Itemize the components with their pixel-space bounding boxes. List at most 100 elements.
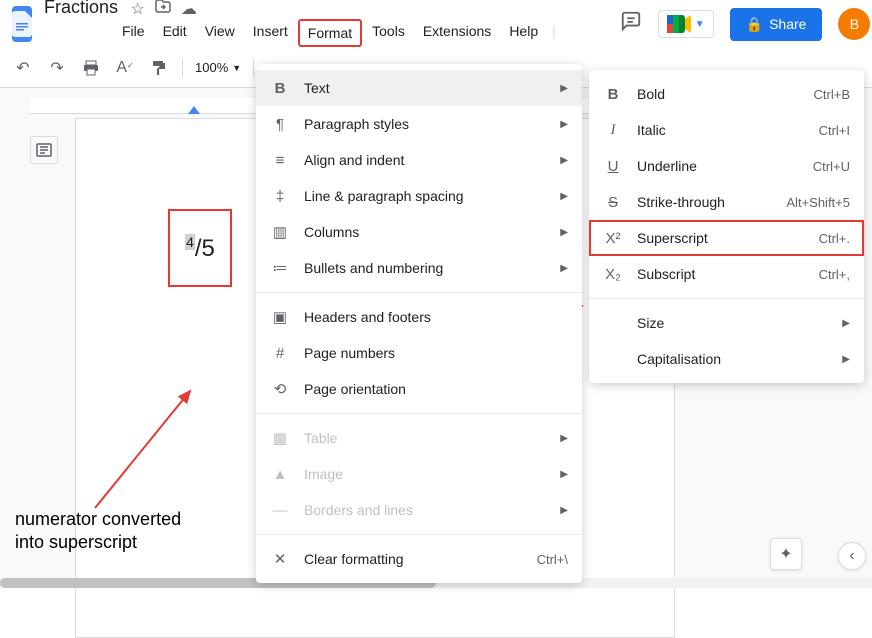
- menu-insert[interactable]: Insert: [245, 19, 296, 47]
- side-panel-toggle[interactable]: ‹: [838, 542, 866, 570]
- chevron-down-icon: ▼: [695, 19, 705, 30]
- text-item-label: Bold: [637, 86, 814, 102]
- format-item-label: Borders and lines: [304, 502, 560, 518]
- format-item-separator: [256, 413, 582, 414]
- menu-view[interactable]: View: [197, 19, 243, 47]
- text-item-size[interactable]: Size▶: [589, 305, 864, 341]
- format-item-separator: [256, 292, 582, 293]
- text-item-underline[interactable]: UUnderlineCtrl+U: [589, 148, 864, 184]
- submenu-arrow-icon: ▶: [560, 227, 568, 238]
- format-item-icon: ¶: [270, 114, 290, 134]
- text-item-label: Italic: [637, 122, 819, 138]
- text-item-icon: X²: [603, 228, 623, 248]
- format-item-label: Text: [304, 80, 560, 96]
- submenu-arrow-icon: ▶: [842, 354, 850, 365]
- menu-shortcut: Ctrl+.: [819, 231, 850, 246]
- menu-edit[interactable]: Edit: [155, 19, 195, 47]
- format-item-icon: B: [270, 78, 290, 98]
- format-item-label: Columns: [304, 224, 560, 240]
- format-item-label: Image: [304, 466, 560, 482]
- spellcheck-button[interactable]: A✓: [110, 53, 140, 83]
- format-item-page-orientation[interactable]: ⟲Page orientation: [256, 371, 582, 407]
- format-item-icon: —: [270, 500, 290, 520]
- text-item-label: Capitalisation: [637, 351, 842, 367]
- zoom-selector[interactable]: 100% ▼: [191, 60, 245, 75]
- format-item-icon: #: [270, 343, 290, 363]
- undo-button[interactable]: ↶: [8, 53, 38, 83]
- text-item-capitalisation[interactable]: Capitalisation▶: [589, 341, 864, 377]
- menu-help[interactable]: Help: [501, 19, 546, 47]
- share-button[interactable]: 🔒 Share: [730, 8, 823, 41]
- avatar[interactable]: B: [838, 8, 870, 40]
- cloud-icon[interactable]: ☁: [181, 0, 197, 19]
- text-item-strike-through[interactable]: SStrike-throughAlt+Shift+5: [589, 184, 864, 220]
- format-item-columns[interactable]: ▥Columns▶: [256, 214, 582, 250]
- submenu-arrow-icon: ▶: [560, 505, 568, 516]
- docs-logo-icon[interactable]: [12, 6, 32, 42]
- header-right: ▼ 🔒 Share B: [620, 8, 871, 41]
- menu-tools[interactable]: Tools: [364, 19, 413, 47]
- redo-button[interactable]: ↷: [42, 53, 72, 83]
- format-item-paragraph-styles[interactable]: ¶ Paragraph styles▶: [256, 106, 582, 142]
- menu-separator: |: [548, 19, 560, 47]
- menu-extensions[interactable]: Extensions: [415, 19, 499, 47]
- text-item-subscript[interactable]: X₂ SubscriptCtrl+,: [589, 256, 864, 292]
- format-item-clear-formatting[interactable]: ✕Clear formattingCtrl+\: [256, 541, 582, 577]
- submenu-arrow-icon: ▶: [842, 318, 850, 329]
- menu-shortcut: Alt+Shift+5: [786, 195, 850, 210]
- explore-button[interactable]: ✦: [770, 538, 802, 570]
- print-button[interactable]: [76, 53, 106, 83]
- menu-shortcut: Ctrl+B: [814, 87, 850, 102]
- annotation-text: numerator converted into superscript: [15, 508, 181, 555]
- move-icon[interactable]: [155, 0, 171, 18]
- format-item-label: Paragraph styles: [304, 116, 560, 132]
- text-item-label: Superscript: [637, 230, 819, 246]
- submenu-arrow-icon: ▶: [560, 263, 568, 274]
- format-item-label: Clear formatting: [304, 551, 537, 567]
- text-item-bold[interactable]: BBoldCtrl+B: [589, 76, 864, 112]
- format-item-bullets-and-numbering[interactable]: ≔Bullets and numbering▶: [256, 250, 582, 286]
- menu-shortcut: Ctrl+,: [819, 267, 850, 282]
- paint-format-button[interactable]: [144, 53, 174, 83]
- menu-shortcut: Ctrl+\: [537, 552, 568, 567]
- format-item-image: ▲Image▶: [256, 456, 582, 492]
- submenu-arrow-icon: ▶: [560, 191, 568, 202]
- menu-format[interactable]: Format: [298, 19, 362, 47]
- format-item-icon: ▦: [270, 428, 290, 448]
- format-item-headers-and-footers[interactable]: ▣Headers and footers: [256, 299, 582, 335]
- text-item-icon: [603, 349, 623, 369]
- text-item-superscript[interactable]: X² SuperscriptCtrl+.: [589, 220, 864, 256]
- submenu-arrow-icon: ▶: [560, 469, 568, 480]
- star-icon[interactable]: ☆: [130, 0, 144, 19]
- format-item-table: ▦Table▶: [256, 420, 582, 456]
- menubar: FileEditViewInsertFormatToolsExtensionsH…: [44, 19, 620, 51]
- ruler-indent-marker[interactable]: [188, 104, 200, 114]
- format-item-text[interactable]: B Text▶: [256, 70, 582, 106]
- text-item-italic[interactable]: IItalicCtrl+I: [589, 112, 864, 148]
- text-item-label: Subscript: [637, 266, 819, 282]
- submenu-arrow-icon: ▶: [560, 119, 568, 130]
- share-label: Share: [769, 16, 806, 32]
- format-item-page-numbers[interactable]: #Page numbers: [256, 335, 582, 371]
- format-item-icon: ≡: [270, 150, 290, 170]
- text-submenu: BBoldCtrl+BIItalicCtrl+IUUnderlineCtrl+U…: [589, 70, 864, 383]
- text-item-icon: U: [603, 156, 623, 176]
- format-item-icon: ‡: [270, 186, 290, 206]
- text-item-icon: X₂: [603, 264, 623, 284]
- menu-shortcut: Ctrl+I: [819, 123, 850, 138]
- format-item-line-paragraph-spacing[interactable]: ‡Line & paragraph spacing▶: [256, 178, 582, 214]
- menu-file[interactable]: File: [114, 19, 153, 47]
- format-item-align-and-indent[interactable]: ≡Align and indent▶: [256, 142, 582, 178]
- outline-toggle-button[interactable]: [30, 136, 58, 164]
- format-item-icon: ≔: [270, 258, 290, 278]
- fraction-text[interactable]: 4/5: [185, 234, 215, 263]
- format-item-icon: ▣: [270, 307, 290, 327]
- comment-history-icon[interactable]: [620, 10, 642, 38]
- meet-button[interactable]: ▼: [658, 10, 714, 38]
- text-item-icon: S: [603, 192, 623, 212]
- format-item-label: Table: [304, 430, 560, 446]
- submenu-arrow-icon: ▶: [560, 83, 568, 94]
- lock-icon: 🔒: [746, 16, 763, 33]
- text-item-label: Size: [637, 315, 842, 331]
- document-title[interactable]: Fractions: [44, 0, 118, 18]
